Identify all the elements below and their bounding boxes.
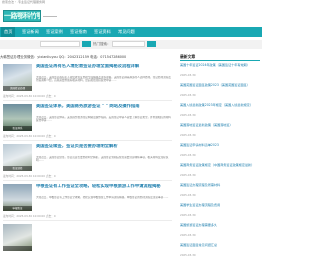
article-summary: 大韩近日，美国签证续签，签证页是否要办理明全解析。美国签证到期后续签需要注意哪些… [36, 156, 169, 163]
sidebar-item: 美国落地签证最新政策（美国落地签） 2025-03-30 [180, 123, 260, 140]
sidebar-item: 美国旅游签证办理需要多久 2025-03-30 [180, 223, 260, 240]
thumbnail-caption: 签证体系 [3, 126, 32, 131]
thumbnail-caption: 美国签证办理 [3, 86, 32, 91]
sidebar-date: 2025-03-30 [180, 153, 196, 157]
divider [3, 220, 172, 221]
main-nav: 首页 签证新闻 签证案例 签证指南 签证资料 常见问题 [0, 27, 262, 37]
thumbnail-caption [3, 246, 32, 251]
divider [3, 180, 172, 181]
header-divider [43, 16, 57, 17]
header: 一路鄂科竹鄂 [0, 8, 262, 24]
article-title[interactable]: 申根签证有工作签证全攻略，轻松实现申根旅游工作申请流程揭秘 [36, 184, 172, 190]
sidebar-item: 美国英国签证面签政策2023（美国英国签证面签） 2025-03-30 [180, 83, 260, 100]
thumbnail-caption: 签证续签 [3, 166, 32, 171]
divider [3, 100, 172, 101]
article-thumbnail[interactable]: 签证续签 [3, 144, 32, 171]
article-title[interactable]: 美国签证体系，美国商务旅游签证 " " 网站及操作指南 [36, 104, 172, 110]
search-button[interactable] [82, 41, 91, 47]
sidebar-link[interactable]: 美国签证申请材料清单2023 [180, 143, 260, 148]
hot-search-label: 热门搜索： [93, 42, 111, 46]
top-bar-text: 搜索合法・·专业签证代理服务网 [2, 0, 45, 4]
article-summary: 大韩近日，美国签证体系，美国商务旅游签证网站及操作指南。美国签证申请人需要了解签… [36, 116, 171, 123]
sidebar-date: 2025-03-30 [180, 233, 196, 237]
sidebar-item: 美国商务签证政策规定（中国商务签证政策规定最新） 2025-03-30 [180, 163, 260, 180]
sidebar-date: 2025-03-30 [180, 73, 196, 77]
article-item [0, 222, 175, 267]
nav-item-home[interactable]: 首页 [1, 27, 16, 37]
hot-search-button[interactable] [147, 41, 156, 47]
nav-item-materials[interactable]: 签证资料 [94, 27, 111, 37]
top-bar: 搜索合法・·专业签证代理服务网 [0, 0, 262, 8]
sidebar-item: 美国学生签证办理流程及费用 2025-03-30 [180, 203, 260, 220]
sidebar-date: 2025-03-30 [180, 213, 196, 217]
article-item: 签证体系 美国签证体系，美国商务旅游签证 " " 网站及操作指南 大韩近日，美国… [0, 102, 175, 147]
sidebar-link[interactable]: 美国签证办理流程及所需材料 [180, 183, 260, 188]
nav-item-guide[interactable]: 签证指南 [70, 27, 87, 37]
site-logo[interactable]: 一路鄂科竹鄂 [3, 10, 41, 22]
sidebar-item: 美国签证面签常见问题汇总 2025-03-30 [180, 243, 260, 260]
article-summary [36, 236, 172, 249]
sidebar-link[interactable]: 美国入境最新政策2023年规定（美国入境最新规定） [180, 103, 260, 108]
article-item: 签证续签 美国签证续签，签证页是否要办理明全解析 大韩近日，美国签证续签，签证页… [0, 142, 175, 187]
article-date: 发布时间：2025-03-30 10:00:00 点击：0 [3, 134, 56, 138]
sidebar-item: 美国签证办理流程及所需材料 2025-03-30 [180, 183, 260, 200]
article-thumbnail[interactable] [3, 224, 32, 251]
sidebar-date: 2025-03-30 [180, 253, 196, 257]
divider [3, 140, 172, 141]
sidebar-link[interactable]: 美国旅游签证办理需要多久 [180, 223, 260, 228]
contact-info: 大韩签证办理业务微信：yixianliuyou QQ：2042312159 电话… [0, 55, 127, 59]
article-item: 美国签证办理 美国签证再有名入境伦敦签证办理全面揭秘及流程详解 大韩近日，美国签… [0, 62, 175, 107]
sidebar-date: 2025-03-30 [180, 173, 196, 177]
article-summary: 大韩近日，申根签证有工作签证全攻略，轻松实现申根旅游工作申请流程揭秘。申根签证的… [36, 196, 169, 199]
sidebar-date: 2025-03-30 [180, 133, 196, 137]
sidebar-date: 2025-03-30 [180, 93, 196, 97]
article-thumbnail[interactable]: 申根签证 [3, 184, 32, 211]
sidebar-link[interactable]: 美国落地签证最新政策（美国落地签） [180, 123, 260, 128]
sidebar-item: 美国入境最新政策2023年规定（美国入境最新规定） 2025-03-30 [180, 103, 260, 120]
nav-item-news[interactable]: 签证新闻 [22, 27, 39, 37]
thumbnail-caption: 申根签证 [3, 206, 32, 211]
article-date: 发布时间：2025-03-30 10:00:00 点击：0 [3, 214, 56, 218]
sidebar-link[interactable]: 美国英国签证面签政策2023（美国英国签证面签） [180, 83, 260, 88]
sidebar-title: 最新文章 [180, 53, 260, 61]
nav-item-cases[interactable]: 签证案例 [46, 27, 63, 37]
article-item: 申根签证 申根签证有工作签证全攻略，轻松实现申根旅游工作申请流程揭秘 大韩近日，… [0, 182, 175, 227]
sidebar-item: 美国十年签证2024年政策（美国签证十年有效期） 2025-03-30 [180, 63, 260, 80]
article-thumbnail[interactable]: 签证体系 [3, 104, 32, 131]
sidebar-item: 美国签证申请材料清单2023 2025-03-30 [180, 143, 260, 160]
hot-search-input[interactable] [112, 41, 145, 47]
search-bar: 热门搜索： [0, 40, 262, 49]
sidebar-link[interactable]: 美国签证面签常见问题汇总 [180, 243, 260, 248]
sidebar-date: 2025-03-30 [180, 113, 196, 117]
sidebar-link[interactable]: 美国商务签证政策规定（中国商务签证政策规定最新） [180, 163, 260, 168]
article-date: 发布时间：2025-03-30 10:00:00 点击：0 [3, 94, 56, 98]
article-thumbnail[interactable]: 美国签证办理 [3, 64, 32, 91]
sidebar-link[interactable]: 美国学生签证办理流程及费用 [180, 203, 260, 208]
article-date: 发布时间：2025-03-30 10:00:00 点击：0 [3, 174, 56, 178]
sidebar: 最新文章 美国十年签证2024年政策（美国签证十年有效期） 2025-03-30… [180, 53, 260, 267]
article-title[interactable]: 美国签证续签，签证页是否要办理明全解析 [36, 144, 172, 150]
article-title[interactable]: 美国签证再有名入境伦敦签证办理全面揭秘及流程详解 [36, 64, 172, 70]
article-summary: 大韩近日，美国签证再有名入境伦敦签证办理全面揭秘及流程详解。美国签证越来越多的人… [36, 76, 171, 83]
search-input[interactable] [40, 41, 80, 47]
sidebar-link[interactable]: 美国十年签证2024年政策（美国签证十年有效期） [180, 63, 260, 68]
sidebar-date: 2025-03-30 [180, 193, 196, 197]
nav-item-faq[interactable]: 常见问题 [118, 27, 135, 37]
